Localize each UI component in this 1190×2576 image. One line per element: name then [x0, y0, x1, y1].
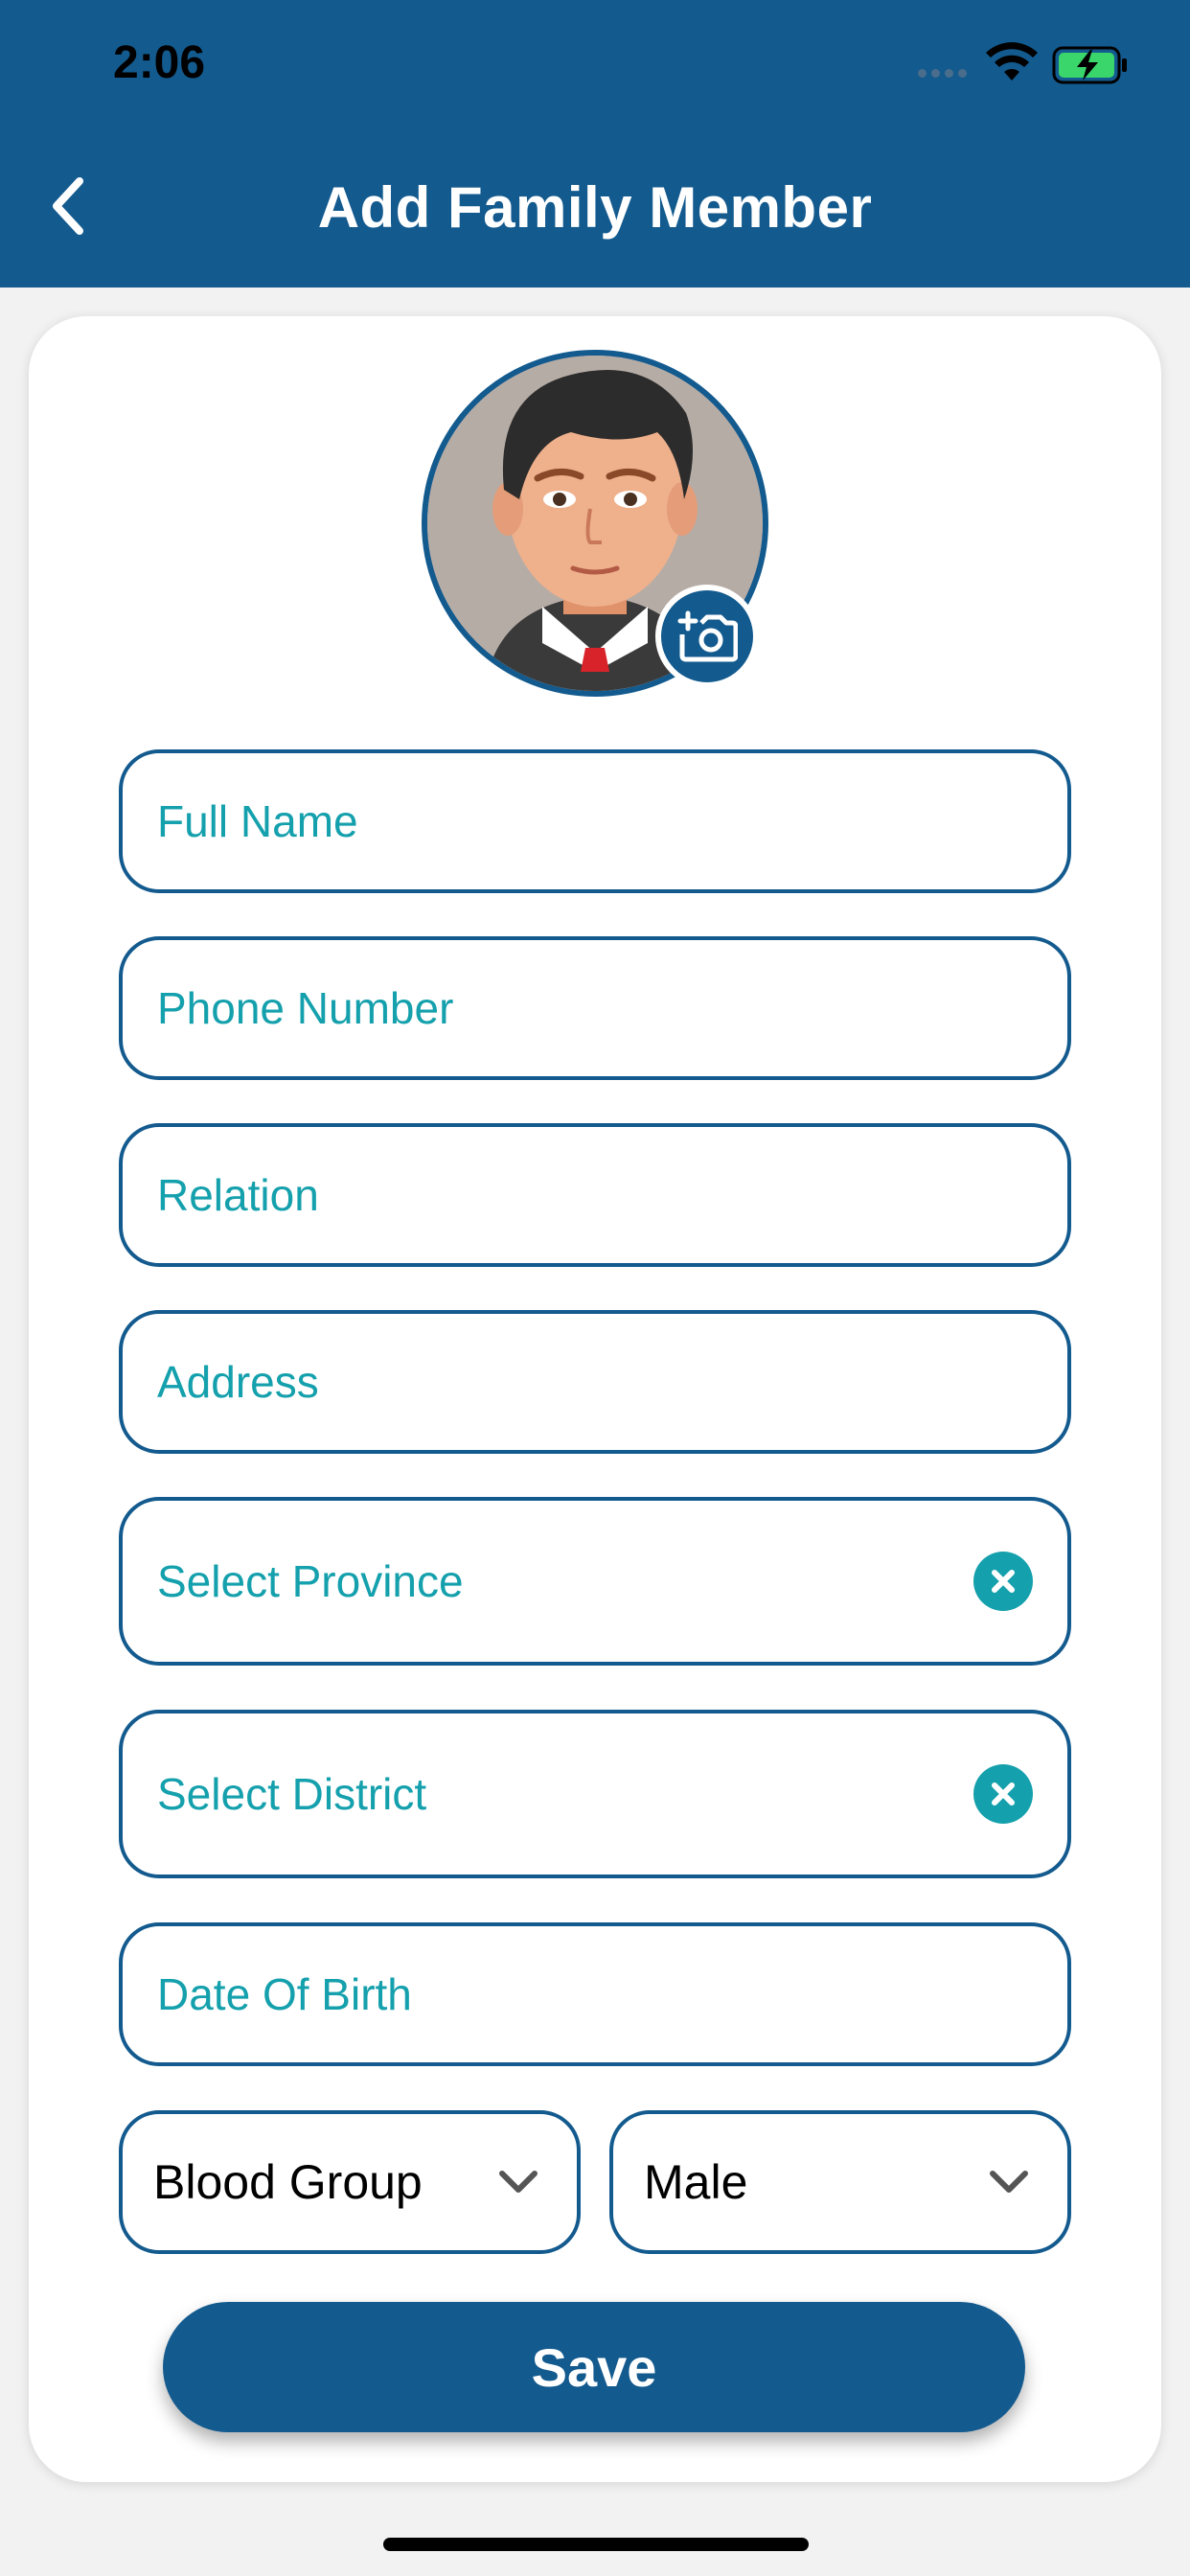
phone-number-field[interactable]: Phone Number — [119, 936, 1071, 1080]
add-photo-button[interactable] — [655, 585, 759, 688]
address-placeholder: Address — [157, 1357, 319, 1407]
add-photo-icon — [677, 610, 738, 662]
district-select[interactable]: Select District — [119, 1710, 1071, 1878]
province-select[interactable]: Select Province — [119, 1497, 1071, 1666]
blood-group-dropdown[interactable]: Blood Group — [119, 2110, 581, 2254]
province-placeholder: Select Province — [157, 1556, 464, 1606]
date-of-birth-placeholder: Date Of Birth — [157, 1969, 412, 2019]
save-button[interactable]: Save — [163, 2302, 1025, 2432]
district-placeholder: Select District — [157, 1769, 427, 1819]
phone-number-placeholder: Phone Number — [157, 983, 454, 1033]
gender-value: Male — [644, 2155, 748, 2209]
full-name-placeholder: Full Name — [157, 796, 358, 846]
full-name-field[interactable]: Full Name — [119, 749, 1071, 893]
blood-group-value: Blood Group — [153, 2155, 423, 2209]
status-time: 2:06 — [113, 37, 206, 88]
clear-district-icon[interactable] — [973, 1764, 1033, 1824]
battery-charging-icon — [1052, 46, 1127, 84]
date-of-birth-field[interactable]: Date Of Birth — [119, 1922, 1071, 2066]
wifi-icon — [986, 42, 1038, 80]
clear-province-icon[interactable] — [973, 1552, 1033, 1611]
app-header: 2:06 Add Family Member — [0, 0, 1190, 288]
relation-field[interactable]: Relation — [119, 1123, 1071, 1267]
cellular-signal-icon — [918, 69, 967, 78]
gender-dropdown[interactable]: Male — [609, 2110, 1071, 2254]
home-indicator — [383, 2538, 809, 2551]
chevron-down-icon — [499, 2171, 538, 2193]
address-field[interactable]: Address — [119, 1310, 1071, 1454]
chevron-down-icon — [990, 2171, 1028, 2193]
relation-placeholder: Relation — [157, 1170, 319, 1220]
page-title: Add Family Member — [317, 175, 873, 240]
